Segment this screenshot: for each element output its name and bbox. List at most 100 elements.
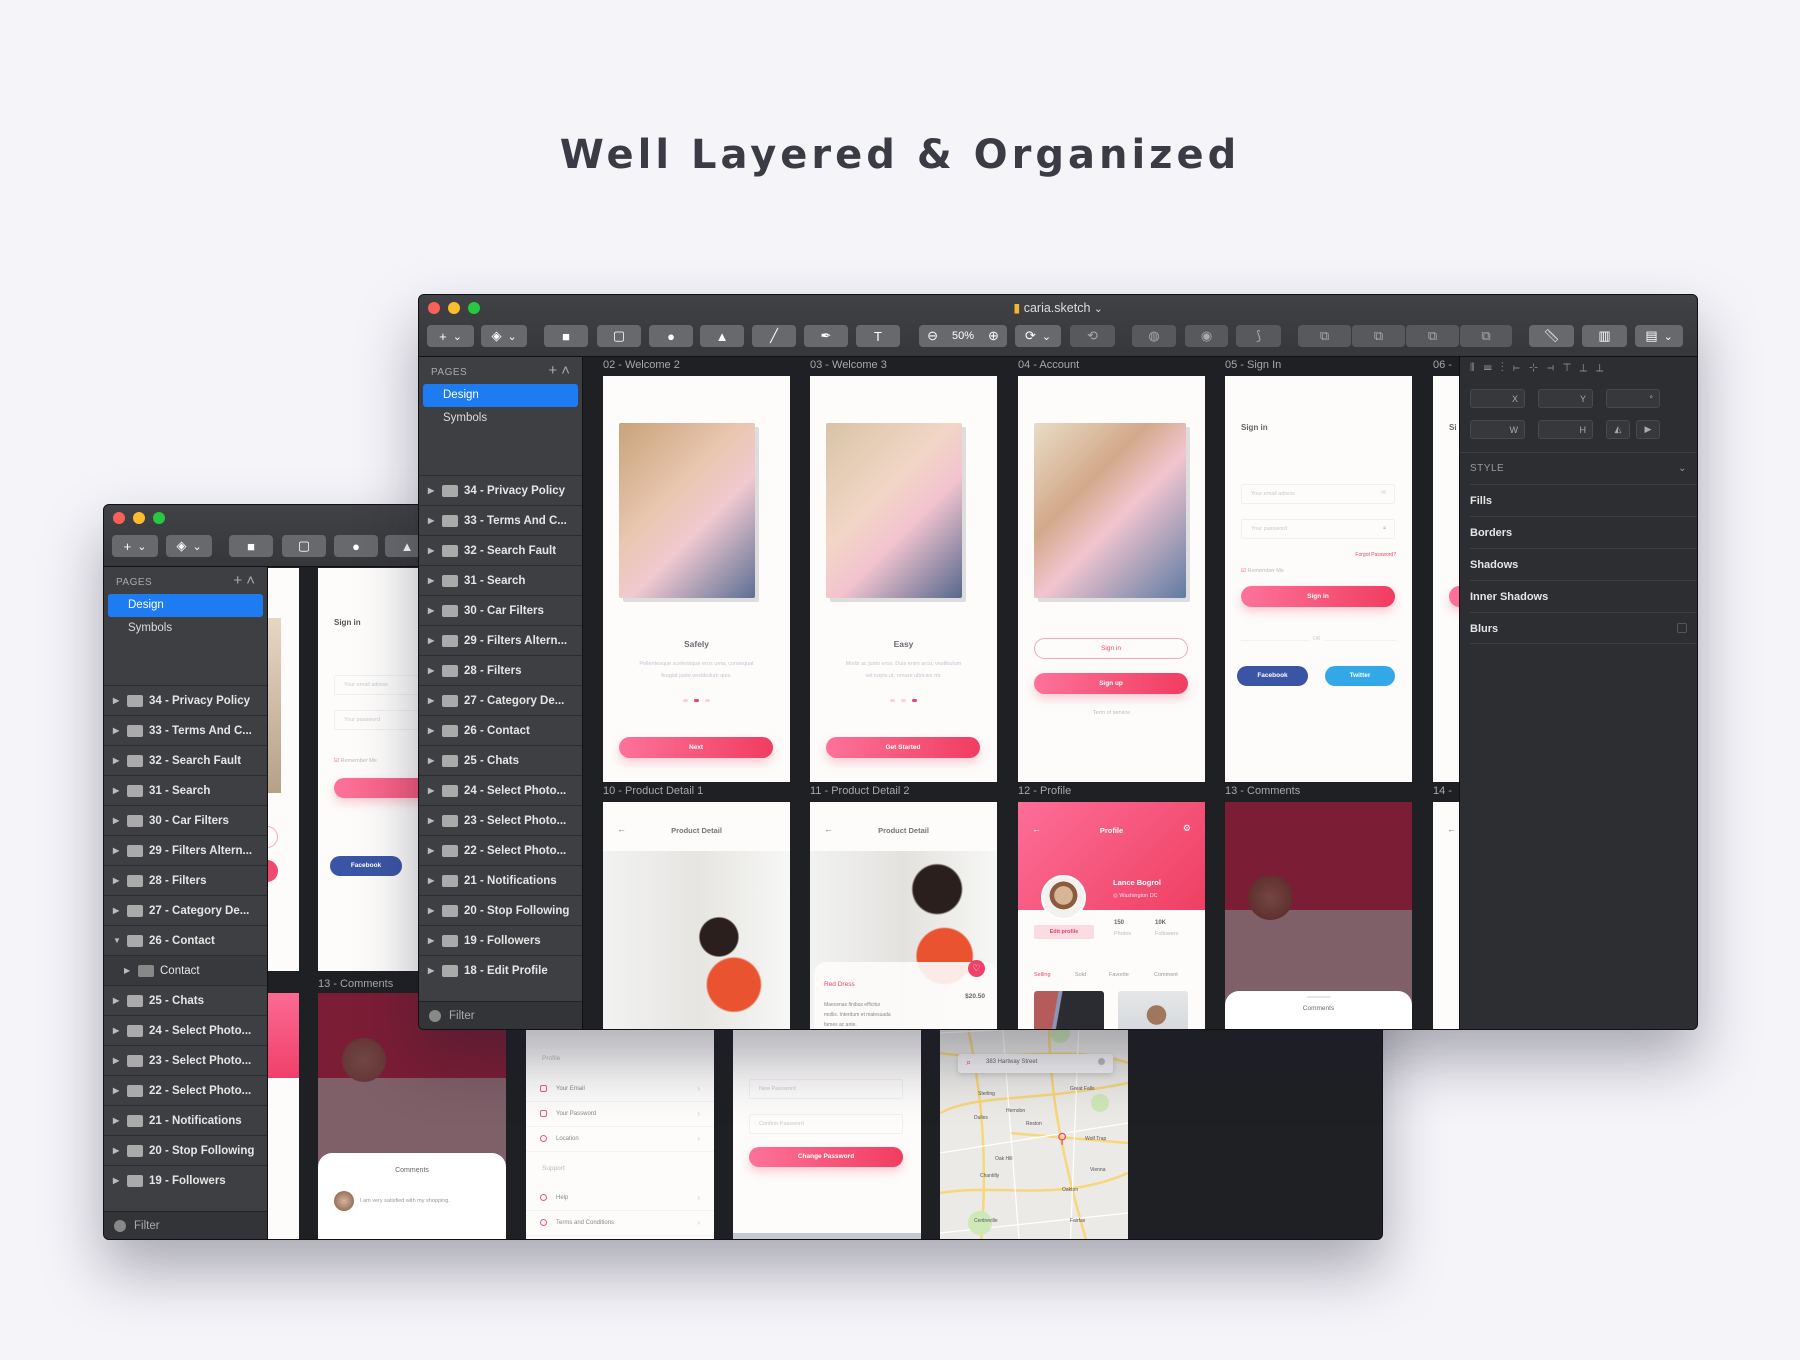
boolean-difference-button[interactable]: ⧉ (1460, 325, 1512, 347)
layer-item[interactable]: ▶ 26 - Contact (419, 715, 582, 745)
product-thumb[interactable] (1118, 991, 1188, 1029)
sign-in-button[interactable]: Sign in (1034, 638, 1188, 659)
layer-item[interactable]: ▶ 19 - Followers (104, 1165, 267, 1195)
layer-item[interactable]: ▶ 32 - Search Fault (104, 745, 267, 775)
text-tool[interactable]: T (856, 325, 900, 347)
flip-horizontal-button[interactable]: ◭ (1606, 420, 1630, 439)
change-password-button[interactable]: Change Password (749, 1147, 903, 1167)
flip-vertical-button[interactable]: ▶ (1636, 420, 1660, 439)
zoom-in-icon[interactable]: ⊕ (988, 328, 999, 344)
pen-tool[interactable]: ✒ (804, 325, 848, 347)
boolean-union-button[interactable]: ⧉ (1298, 325, 1351, 347)
disclosure-triangle-icon[interactable]: ▶ (113, 696, 121, 705)
disclosure-triangle-icon[interactable]: ▶ (113, 996, 121, 1005)
product-thumb[interactable] (1034, 991, 1104, 1029)
settings-row-terms[interactable]: Terms and Conditions › (526, 1211, 714, 1236)
width-field[interactable]: W (1470, 420, 1525, 439)
settings-icon[interactable]: ⚙ (1183, 823, 1191, 834)
disclosure-triangle-icon[interactable]: ▶ (428, 876, 436, 885)
grid-button[interactable]: ▥ (1582, 325, 1627, 347)
disclosure-triangle-icon[interactable]: ▶ (113, 816, 121, 825)
artboard-welcome-3[interactable]: Easy Morbi ac justo eros. Duis enim arcu… (810, 376, 997, 782)
terms-link[interactable]: Term of service (1018, 710, 1205, 716)
forgot-password-link[interactable]: Forgot Password? (1355, 552, 1396, 558)
layer-item[interactable]: ▶ 28 - Filters (419, 655, 582, 685)
layers-button[interactable]: ◈ ⌄ (166, 535, 212, 557)
remember-me-checkbox[interactable]: ☑ Remember Me (1241, 568, 1284, 574)
artboard-partial[interactable] (268, 568, 299, 971)
filter-bar[interactable]: Filter (104, 1211, 267, 1239)
scale-button[interactable]: ◉ (1185, 325, 1228, 347)
front-canvas[interactable]: 02 - Welcome 2 03 - Welcome 3 04 - Accou… (583, 357, 1459, 1029)
triangle-tool[interactable]: ▲ (700, 325, 744, 347)
rotate-button[interactable]: ⟳ ⌄ (1015, 325, 1061, 347)
settings-row-help[interactable]: Help › (526, 1186, 714, 1211)
disclosure-triangle-icon[interactable]: ▶ (113, 1176, 121, 1185)
layer-item[interactable]: ▶ 30 - Car Filters (104, 805, 267, 835)
x-field[interactable]: X (1470, 389, 1525, 408)
filter-bar[interactable]: Filter (419, 1001, 582, 1029)
layer-item[interactable]: ▶ 23 - Select Photo... (104, 1045, 267, 1075)
zoom-out-icon[interactable]: ⊖ (927, 328, 938, 344)
layer-item[interactable]: ▶ 31 - Search (419, 565, 582, 595)
artboard-welcome-2[interactable]: Safely Pellentesque scelerisque eros urn… (603, 376, 790, 782)
artboard-profile[interactable]: ← Profile ⚙ Lance Bogrol ◎ Washington DC… (1018, 802, 1205, 1029)
new-password-field[interactable]: New Password (749, 1079, 903, 1099)
disclosure-triangle-open-icon[interactable]: ▼ (113, 936, 121, 945)
layer-item[interactable]: ▶ 24 - Select Photo... (104, 1015, 267, 1045)
boolean-subtract-button[interactable]: ⧉ (1352, 325, 1405, 347)
view-button[interactable]: ▤ ⌄ (1635, 325, 1683, 347)
fills-section[interactable]: Fills (1470, 484, 1697, 516)
edit-profile-button[interactable]: Edit profile (1034, 925, 1094, 939)
tab-sold[interactable]: Sold (1075, 972, 1086, 978)
flatten-button[interactable]: ⟆ (1236, 325, 1281, 347)
layer-item[interactable]: ▶ 21 - Notifications (104, 1105, 267, 1135)
confirm-password-field[interactable]: Confirm Password (749, 1114, 903, 1134)
disclosure-triangle-icon[interactable]: ▶ (428, 756, 436, 765)
mask-button[interactable]: ◍ (1132, 325, 1176, 347)
layer-item[interactable]: ▶ 32 - Search Fault (419, 535, 582, 565)
oval-tool[interactable]: ● (649, 325, 693, 347)
artboard-product-detail-2[interactable]: ← Product Detail Red Dress $20.50 Maecen… (810, 802, 997, 1029)
close-button[interactable] (113, 512, 125, 524)
page-symbols[interactable]: Symbols (423, 407, 578, 430)
password-field[interactable]: Your password 🔒︎ (1241, 519, 1395, 539)
layer-item[interactable]: ▶ 18 - Edit Profile (419, 955, 582, 985)
disclosure-triangle-icon[interactable]: ▶ (428, 936, 436, 945)
disclosure-triangle-icon[interactable]: ▶ (113, 876, 121, 885)
line-tool[interactable]: ╱ (752, 325, 796, 347)
zoom-button[interactable] (153, 512, 165, 524)
map-search-bar[interactable]: ⌕ 383 Hartway Street (958, 1054, 1113, 1073)
sign-up-button[interactable]: Sign up (1034, 673, 1188, 694)
artboard-partial[interactable]: Si (1433, 376, 1459, 782)
layer-item[interactable]: ▶ 31 - Search (104, 775, 267, 805)
page-symbols[interactable]: Symbols (108, 617, 263, 640)
disclosure-triangle-icon[interactable]: ▶ (124, 966, 132, 975)
rounded-rectangle-tool[interactable]: ▢ (597, 325, 641, 347)
artboard-partial-profile[interactable] (268, 993, 299, 1239)
layers-button[interactable]: ◈ ⌄ (481, 325, 527, 347)
settings-row-password[interactable]: Your Password › (526, 1102, 714, 1127)
style-header[interactable]: STYLE ⌄ (1460, 452, 1697, 484)
shadows-section[interactable]: Shadows (1470, 548, 1697, 580)
disclosure-triangle-icon[interactable]: ▶ (428, 846, 436, 855)
boolean-intersect-button[interactable]: ⧉ (1406, 325, 1459, 347)
layer-item[interactable]: ▶ 34 - Privacy Policy (419, 475, 582, 505)
disclosure-triangle-icon[interactable]: ▶ (113, 906, 121, 915)
disclosure-triangle-icon[interactable]: ▶ (428, 636, 436, 645)
minimize-button[interactable] (133, 512, 145, 524)
borders-section[interactable]: Borders (1470, 516, 1697, 548)
layer-item[interactable]: ▶ 33 - Terms And C... (419, 505, 582, 535)
rounded-rectangle-tool[interactable]: ▢ (282, 535, 326, 557)
rotation-field[interactable]: ° (1606, 389, 1660, 408)
facebook-button[interactable]: Facebook (330, 856, 402, 876)
page-design[interactable]: Design (423, 384, 578, 407)
disclosure-triangle-icon[interactable]: ▶ (428, 666, 436, 675)
layer-item[interactable]: ▶ 23 - Select Photo... (419, 805, 582, 835)
flip-button[interactable]: ⟲ (1070, 325, 1115, 347)
disclosure-triangle-icon[interactable]: ▶ (113, 1056, 121, 1065)
location-pin-icon[interactable]: ⚲ (1057, 1130, 1067, 1147)
add-page-icon[interactable]: + ˄ (233, 572, 255, 589)
rulers-button[interactable]: 📏︎ (1529, 325, 1574, 347)
y-field[interactable]: Y (1538, 389, 1593, 408)
